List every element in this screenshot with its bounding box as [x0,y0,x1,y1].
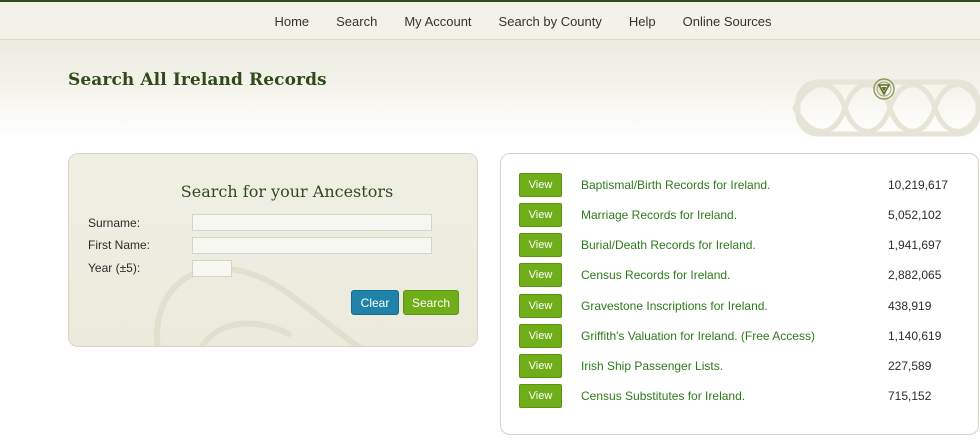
record-link[interactable]: Griffith's Valuation for Ireland. (Free … [581,329,815,343]
record-row: View Baptismal/Birth Records for Ireland… [501,173,978,203]
record-count: 438,919 [888,299,932,313]
nav-my-account[interactable]: My Account [404,14,471,29]
record-row: View Census Records for Ireland. 2,882,0… [501,263,978,293]
view-button[interactable]: View [519,263,562,287]
record-link[interactable]: Marriage Records for Ireland. [581,208,737,222]
record-count: 2,882,065 [888,268,942,282]
record-row: View Griffith's Valuation for Ireland. (… [501,324,978,354]
surname-input[interactable] [192,214,432,231]
record-count: 227,589 [888,359,932,373]
record-row: View Irish Ship Passenger Lists. 227,589 [501,354,978,384]
record-count: 1,941,697 [888,238,942,252]
year-input[interactable] [192,260,232,277]
record-row: View Marriage Records for Ireland. 5,052… [501,203,978,233]
celtic-triangle-emblem-icon [873,78,895,100]
nav-search-by-county[interactable]: Search by County [499,14,602,29]
surname-label: Surname: [88,216,141,230]
record-count: 5,052,102 [888,208,942,222]
first-name-label: First Name: [88,238,151,252]
view-button[interactable]: View [519,384,562,408]
search-panel-title: Search for your Ancestors [180,182,394,201]
search-button[interactable]: Search [403,290,459,315]
view-button[interactable]: View [519,294,562,318]
page-title: Search All Ireland Records [68,70,327,90]
record-link[interactable]: Baptismal/Birth Records for Ireland. [581,178,770,192]
view-button[interactable]: View [519,233,562,257]
view-button[interactable]: View [519,203,562,227]
record-row: View Gravestone Inscriptions for Ireland… [501,294,978,324]
year-label: Year (±5): [88,261,141,275]
record-link[interactable]: Census Records for Ireland. [581,268,730,282]
top-nav-bar: Home Search My Account Search by County … [0,0,980,40]
record-row: View Census Substitutes for Ireland. 715… [501,384,978,414]
record-count: 10,219,617 [888,178,949,192]
record-link[interactable]: Burial/Death Records for Ireland. [581,238,756,252]
nav-help[interactable]: Help [629,14,656,29]
record-row: View Burial/Death Records for Ireland. 1… [501,233,978,263]
nav-home[interactable]: Home [274,14,309,29]
nav-search[interactable]: Search [336,14,377,29]
clear-button[interactable]: Clear [351,290,399,315]
record-link[interactable]: Irish Ship Passenger Lists. [581,359,723,373]
view-button[interactable]: View [519,173,562,197]
record-count: 715,152 [888,389,932,403]
ancestor-search-panel: Search for your Ancestors Surname: First… [68,153,478,347]
nav-online-sources[interactable]: Online Sources [683,14,772,29]
record-link[interactable]: Census Substitutes for Ireland. [581,389,745,403]
view-button[interactable]: View [519,354,562,378]
first-name-input[interactable] [192,237,432,254]
main-nav: Home Search My Account Search by County … [0,2,980,40]
view-button[interactable]: View [519,324,562,348]
records-panel: View Baptismal/Birth Records for Ireland… [500,153,979,435]
record-count: 1,140,619 [888,329,942,343]
record-link[interactable]: Gravestone Inscriptions for Ireland. [581,299,768,313]
